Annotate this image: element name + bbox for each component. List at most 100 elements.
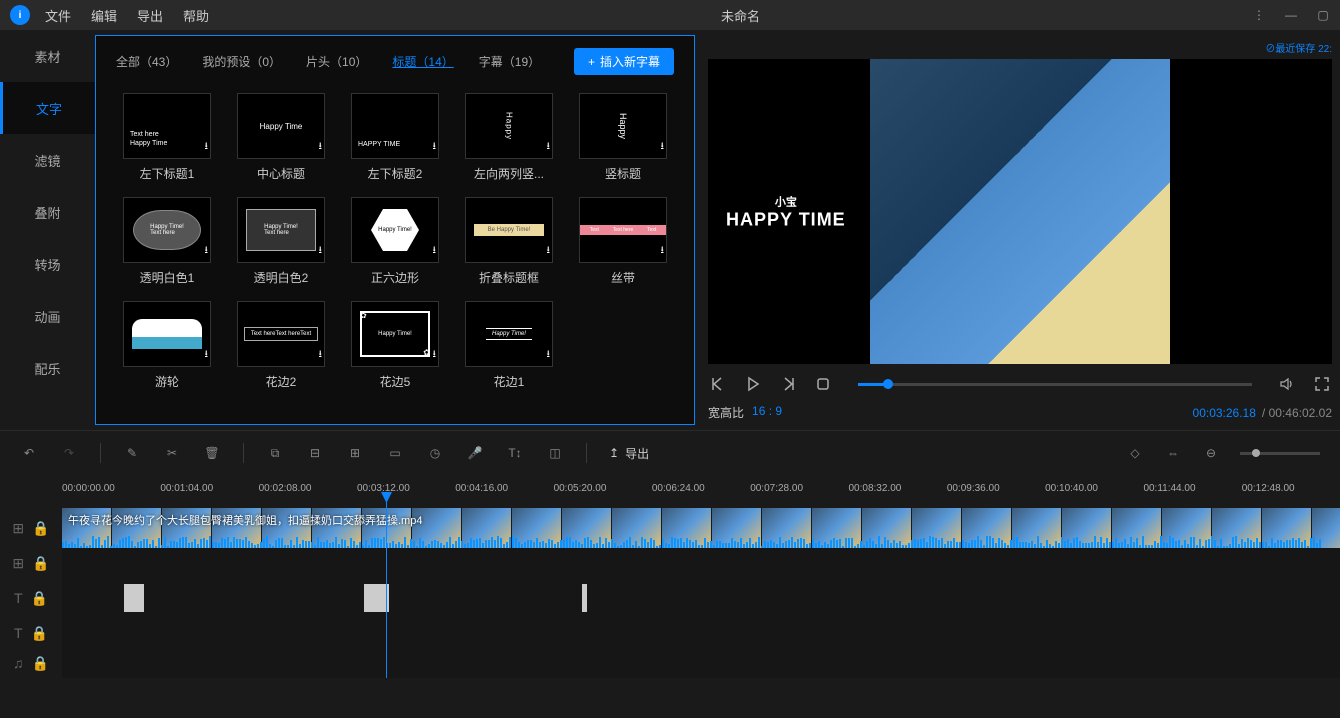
text-clip[interactable] <box>384 584 389 612</box>
next-frame-button[interactable] <box>778 374 798 394</box>
time-ruler[interactable]: 00:00:00.0000:01:04.0000:02:08.0000:03:1… <box>0 475 1340 498</box>
text-track-body[interactable] <box>62 578 1340 618</box>
preset-thumb: Be Happy Time!⭳ <box>465 197 553 263</box>
grid-icon[interactable]: ⊞ <box>346 444 364 462</box>
ruler-mark: 00:04:16.00 <box>455 483 553 494</box>
export-button[interactable]: ↥ 导出 <box>609 445 649 462</box>
mask-icon[interactable]: ◫ <box>546 444 564 462</box>
track-2-body[interactable] <box>62 548 1340 578</box>
aspect-value[interactable]: 16 : 9 <box>752 404 782 421</box>
preset-3[interactable]: Happy⭳左向两列竖... <box>456 93 562 182</box>
preset-8[interactable]: Be Happy Time!⭳ 折叠标题框 <box>456 197 562 286</box>
text-style-icon[interactable]: T↕ <box>506 444 524 462</box>
preset-2[interactable]: HAPPY TIME⭳左下标题2 <box>342 93 448 182</box>
sidebar-item-1[interactable]: 文字 <box>0 82 95 134</box>
preset-1[interactable]: Happy Time⭳中心标题 <box>228 93 334 182</box>
crop-icon[interactable]: ⧉ <box>266 444 284 462</box>
lock-icon[interactable]: 🔒 <box>31 590 48 607</box>
asset-tab-1[interactable]: 我的预设（0） <box>202 53 281 70</box>
volume-icon[interactable] <box>1277 374 1297 394</box>
fit-icon[interactable]: ⇔ <box>1164 444 1182 462</box>
frame-icon[interactable]: ▭ <box>386 444 404 462</box>
preset-thumb: Happy Time!⭳ <box>465 301 553 367</box>
undo-icon[interactable]: ↶ <box>20 444 38 462</box>
lock-icon[interactable]: 🔒 <box>32 655 49 672</box>
preset-thumb: Text hereHappy Time⭳ <box>123 93 211 159</box>
audio-track-icon: ♫ <box>13 655 24 671</box>
preset-9[interactable]: TextText hereText⭳丝带 <box>570 197 676 286</box>
text-track-2-body[interactable] <box>62 618 1340 648</box>
preset-12[interactable]: Happy Time!⭳花边5 <box>342 301 448 390</box>
maximize-icon[interactable]: ▢ <box>1316 8 1330 22</box>
ruler-mark: 00:06:24.00 <box>652 483 750 494</box>
asset-tab-2[interactable]: 片头（10） <box>306 53 367 70</box>
edit-icon[interactable]: ✎ <box>123 444 141 462</box>
text-clip[interactable] <box>139 584 144 612</box>
preset-0[interactable]: Text hereHappy Time⭳左下标题1 <box>114 93 220 182</box>
mic-icon[interactable]: 🎤 <box>466 444 484 462</box>
speed-icon[interactable]: ◷ <box>426 444 444 462</box>
delete-icon[interactable]: 🗑 <box>203 444 221 462</box>
lock-icon[interactable]: 🔒 <box>32 555 49 572</box>
zoom-slider[interactable] <box>1240 452 1320 455</box>
download-icon: ⭳ <box>547 347 551 364</box>
insert-subtitle-button[interactable]: + 插入新字幕 <box>574 48 674 75</box>
download-icon: ⭳ <box>547 243 551 260</box>
menu-help[interactable]: 帮助 <box>183 6 209 25</box>
menu-export[interactable]: 导出 <box>137 6 163 25</box>
menu-edit[interactable]: 编辑 <box>91 6 117 25</box>
preset-label: 花边5 <box>380 373 411 390</box>
more-icon[interactable]: ⋮ <box>1252 8 1266 22</box>
sidebar-item-3[interactable]: 叠附 <box>0 186 95 238</box>
progress-bar[interactable] <box>858 383 1252 386</box>
sidebar-item-0[interactable]: 素材 <box>0 30 95 82</box>
stop-button[interactable] <box>813 374 833 394</box>
prev-frame-button[interactable] <box>708 374 728 394</box>
preset-10[interactable]: ⭳游轮 <box>114 301 220 390</box>
cut-icon[interactable]: ✂ <box>163 444 181 462</box>
preset-thumb: Happy⭳ <box>579 93 667 159</box>
app-logo: i <box>10 5 30 25</box>
sidebar-item-4[interactable]: 转场 <box>0 238 95 290</box>
download-icon: ⭳ <box>319 347 323 364</box>
zoom-out-icon[interactable]: ⊖ <box>1202 444 1220 462</box>
fullscreen-icon[interactable] <box>1312 374 1332 394</box>
video-preview[interactable]: 小宝 HAPPY TIME <box>708 59 1332 364</box>
preset-7[interactable]: Happy Time!⭳正六边形 <box>342 197 448 286</box>
preset-label: 竖标题 <box>605 165 641 182</box>
asset-tab-4[interactable]: 字幕（19） <box>479 53 540 70</box>
lock-icon[interactable]: 🔒 <box>32 520 49 537</box>
asset-tab-0[interactable]: 全部（43） <box>116 53 177 70</box>
lock-icon[interactable]: 🔒 <box>31 625 48 642</box>
redo-icon[interactable]: ↷ <box>60 444 78 462</box>
text-track: T🔒 <box>0 578 1340 618</box>
plus-icon: + <box>588 55 595 69</box>
menu-file[interactable]: 文件 <box>45 6 71 25</box>
preset-6[interactable]: Happy Time!Text here⭳透明白色2 <box>228 197 334 286</box>
asset-tab-3[interactable]: 标题（14） <box>392 53 453 70</box>
preset-11[interactable]: Text hereText hereText⭳花边2 <box>228 301 334 390</box>
preset-4[interactable]: Happy⭳ 竖标题 <box>570 93 676 182</box>
preset-thumb: ⭳ <box>123 301 211 367</box>
preset-13[interactable]: Happy Time!⭳ 花边1 <box>456 301 562 390</box>
audio-track-body[interactable] <box>62 648 1340 678</box>
sidebar-item-5[interactable]: 动画 <box>0 290 95 342</box>
track-icon: ⊞ <box>12 555 24 572</box>
video-track-body[interactable]: 午夜寻花今晚约了个大长腿包臀裙美乳御姐，扣逼揉奶口交舔弄猛操.mp4 <box>62 508 1340 548</box>
preset-thumb: Happy Time⭳ <box>237 93 325 159</box>
text-track-icon: T <box>14 590 23 606</box>
export-icon: ↥ <box>609 446 619 460</box>
preset-thumb: Happy Time!⭳ <box>351 197 439 263</box>
marker-icon[interactable]: ◇ <box>1126 444 1144 462</box>
play-button[interactable] <box>743 374 763 394</box>
preset-5[interactable]: Happy Time!Text here⭳透明白色1 <box>114 197 220 286</box>
preset-label: 花边1 <box>494 373 525 390</box>
minimize-icon[interactable]: — <box>1284 8 1298 22</box>
preset-label: 丝带 <box>611 269 635 286</box>
text-clip[interactable] <box>582 584 587 612</box>
sidebar-item-6[interactable]: 配乐 <box>0 342 95 394</box>
preset-label: 折叠标题框 <box>479 269 539 286</box>
sidebar-item-2[interactable]: 滤镜 <box>0 134 95 186</box>
ruler-mark: 00:07:28.00 <box>750 483 848 494</box>
split-icon[interactable]: ⊟ <box>306 444 324 462</box>
